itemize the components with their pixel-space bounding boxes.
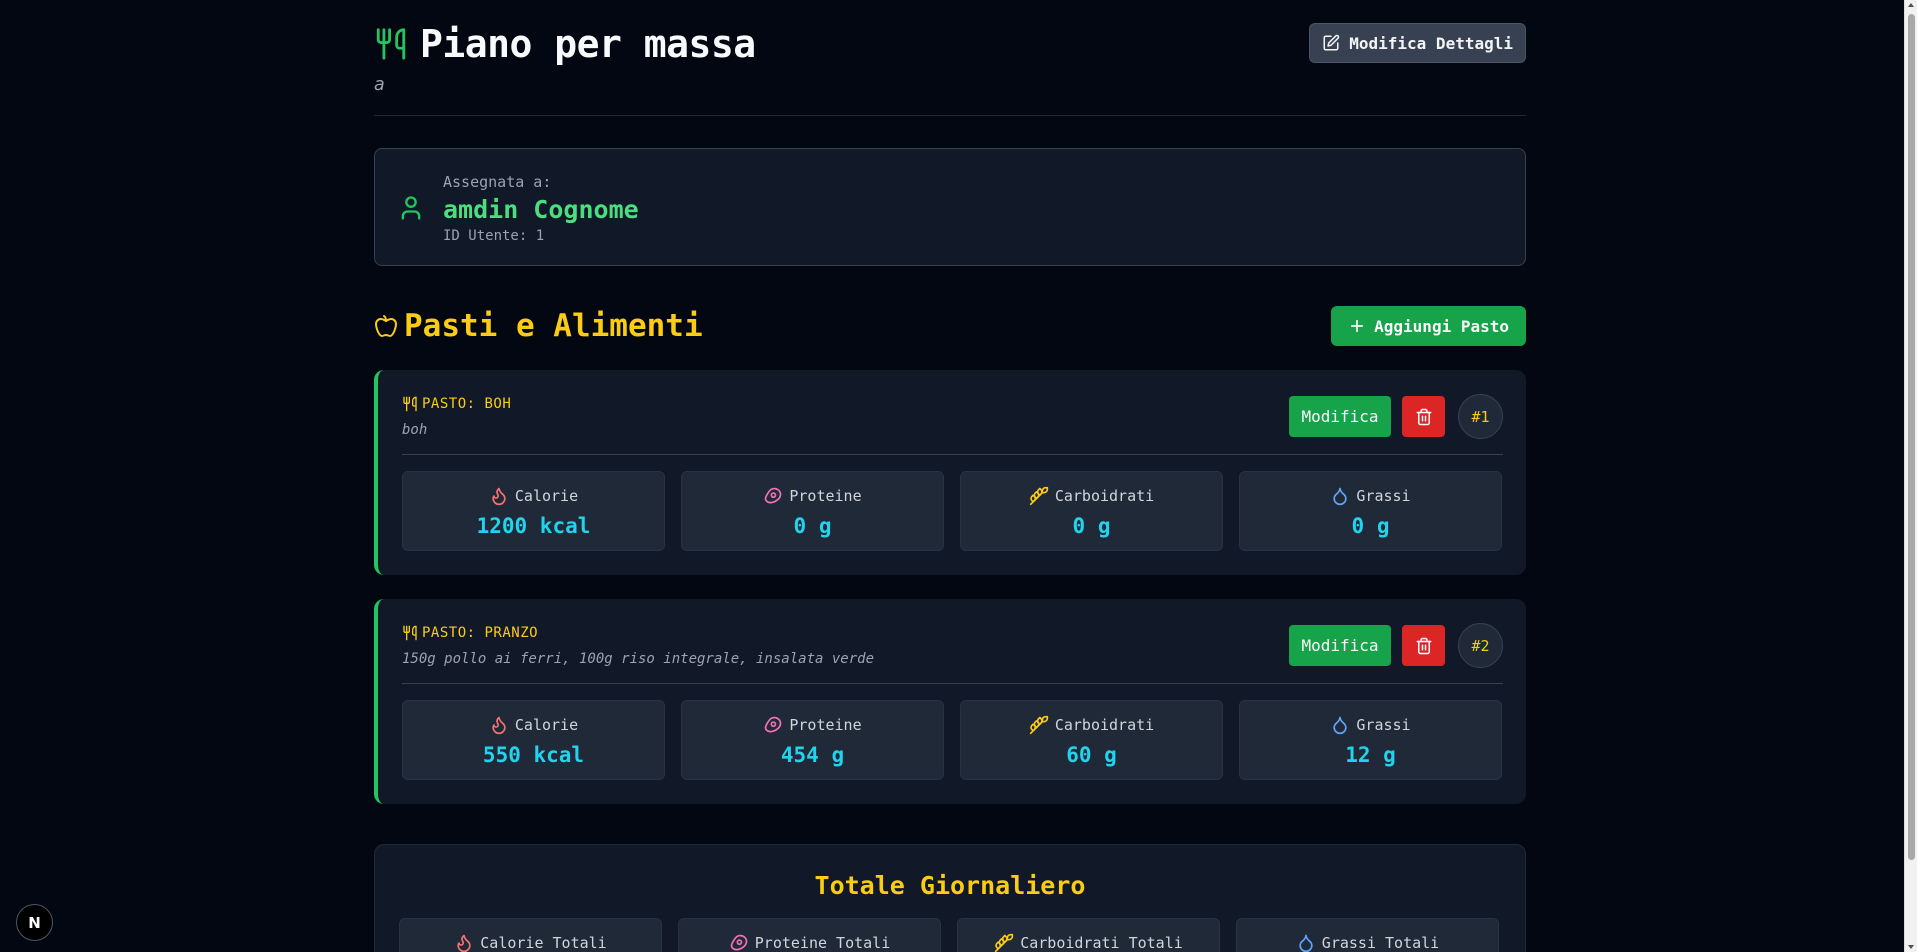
fat-box: Grassi 0 g bbox=[1239, 471, 1502, 551]
meal-name: PASTO: PRANZO bbox=[422, 625, 539, 641]
fat-label: Grassi bbox=[1356, 487, 1411, 505]
fat-box: Grassi 12 g bbox=[1239, 700, 1502, 780]
wheat-icon bbox=[1029, 715, 1048, 735]
page-container: Piano per massa a Modifica Dettagli Asse… bbox=[374, 0, 1526, 952]
divider bbox=[402, 683, 1503, 684]
calories-label: Calorie bbox=[514, 487, 579, 505]
droplet-icon bbox=[1333, 487, 1348, 506]
scroll-up-arrow[interactable] bbox=[1908, 3, 1914, 7]
droplet-icon bbox=[1333, 716, 1348, 735]
trash-icon bbox=[1416, 637, 1431, 654]
meal-description: boh bbox=[402, 422, 428, 438]
protein-label: Proteine bbox=[789, 716, 862, 734]
protein-value: 0 g bbox=[793, 514, 832, 538]
edit-details-button[interactable]: Modifica Dettagli bbox=[1309, 23, 1526, 63]
utensils-icon bbox=[376, 28, 406, 60]
meal-actions: Modifica #2 bbox=[1289, 623, 1503, 668]
meal-name: PASTO: BOH bbox=[422, 396, 512, 412]
apple-icon bbox=[375, 315, 397, 337]
plus-icon bbox=[1351, 319, 1364, 333]
protein-box: Proteine 454 g bbox=[681, 700, 944, 780]
fat-label: Grassi bbox=[1356, 716, 1411, 734]
carbs-value: 0 g bbox=[1072, 514, 1111, 538]
daily-totals-title: Totale Giornaliero bbox=[814, 871, 1086, 900]
add-meal-label: Aggiungi Pasto bbox=[1374, 316, 1509, 336]
macro-grid: Calorie 1200 kcal Proteine 0 g Carboidra… bbox=[402, 471, 1502, 551]
totals-grid: Calorie Totali Proteine Totali Carboidra… bbox=[399, 918, 1499, 952]
modify-meal-button[interactable]: Modifica bbox=[1289, 625, 1391, 666]
meal-header: PASTO: PRANZO bbox=[402, 624, 538, 642]
meat-icon bbox=[765, 487, 782, 504]
carbs-value: 60 g bbox=[1066, 743, 1117, 767]
total-calories-box: Calorie Totali bbox=[399, 918, 662, 952]
title-row: Piano per massa bbox=[374, 22, 756, 66]
user-icon bbox=[401, 196, 421, 220]
utensils-icon bbox=[403, 396, 417, 412]
protein-value: 454 g bbox=[780, 743, 845, 767]
meal-card: PASTO: PRANZO 150g pollo ai ferri, 100g … bbox=[374, 599, 1526, 804]
delete-meal-button[interactable] bbox=[1402, 625, 1445, 666]
flame-icon bbox=[492, 716, 506, 735]
total-carbs-box: Carboidrati Totali bbox=[957, 918, 1220, 952]
vertical-scrollbar[interactable] bbox=[1904, 0, 1917, 952]
flame-icon bbox=[457, 934, 471, 952]
calories-label: Calorie bbox=[514, 716, 579, 734]
modify-meal-button[interactable]: Modifica bbox=[1289, 396, 1391, 437]
pencil-square-icon bbox=[1323, 34, 1340, 51]
carbs-label: Carboidrati bbox=[1054, 487, 1155, 505]
meat-icon bbox=[730, 934, 748, 951]
macro-grid: Calorie 550 kcal Proteine 454 g Carboidr… bbox=[402, 700, 1502, 780]
total-protein-label: Proteine Totali bbox=[754, 934, 891, 952]
calories-value: 1200 kcal bbox=[476, 514, 591, 538]
flame-icon bbox=[492, 487, 506, 506]
protein-box: Proteine 0 g bbox=[681, 471, 944, 551]
droplet-icon bbox=[1299, 934, 1313, 952]
page-header: Piano per massa a Modifica Dettagli bbox=[374, 0, 1526, 116]
fat-value: 12 g bbox=[1345, 743, 1396, 767]
protein-label: Proteine bbox=[789, 487, 862, 505]
carbs-label: Carboidrati bbox=[1054, 716, 1155, 734]
meal-number-badge: #1 bbox=[1458, 394, 1503, 439]
meal-actions: Modifica #1 bbox=[1289, 394, 1503, 439]
wheat-icon bbox=[995, 933, 1014, 952]
assigned-user-id: ID Utente: 1 bbox=[443, 228, 545, 244]
total-calories-label: Calorie Totali bbox=[480, 934, 607, 952]
meals-section-title: Pasti e Alimenti bbox=[404, 308, 703, 344]
total-fat-box: Grassi Totali bbox=[1236, 918, 1499, 952]
plan-subtitle: a bbox=[374, 74, 385, 95]
assigned-user-card: Assegnata a: amdin Cognome ID Utente: 1 bbox=[374, 148, 1526, 266]
wheat-icon bbox=[1029, 486, 1048, 506]
add-meal-button[interactable]: Aggiungi Pasto bbox=[1331, 306, 1526, 346]
scroll-down-arrow[interactable] bbox=[1908, 945, 1914, 949]
total-protein-box: Proteine Totali bbox=[678, 918, 941, 952]
delete-meal-button[interactable] bbox=[1402, 396, 1445, 437]
calories-box: Calorie 550 kcal bbox=[402, 700, 665, 780]
total-carbs-label: Carboidrati Totali bbox=[1020, 934, 1183, 952]
calories-value: 550 kcal bbox=[482, 743, 585, 767]
fat-value: 0 g bbox=[1351, 514, 1390, 538]
carbs-box: Carboidrati 60 g bbox=[960, 700, 1223, 780]
assigned-user-name: amdin Cognome bbox=[443, 195, 639, 224]
meat-icon bbox=[765, 716, 782, 733]
meal-description: 150g pollo ai ferri, 100g riso integrale… bbox=[402, 651, 875, 667]
meal-card: PASTO: BOH boh Modifica #1 Calorie 1200 … bbox=[374, 370, 1526, 575]
trash-icon bbox=[1416, 408, 1431, 425]
utensils-icon bbox=[403, 625, 417, 641]
dev-tools-badge[interactable]: N bbox=[16, 904, 53, 941]
carbs-box: Carboidrati 0 g bbox=[960, 471, 1223, 551]
calories-box: Calorie 1200 kcal bbox=[402, 471, 665, 551]
total-fat-label: Grassi Totali bbox=[1321, 934, 1440, 952]
meal-number-badge: #2 bbox=[1458, 623, 1503, 668]
meals-section-header: Pasti e Alimenti bbox=[374, 308, 703, 344]
edit-details-label: Modifica Dettagli bbox=[1349, 33, 1513, 53]
page-title: Piano per massa bbox=[420, 22, 756, 66]
divider bbox=[402, 454, 1503, 455]
daily-totals-card: Totale Giornaliero Calorie Totali Protei… bbox=[374, 844, 1526, 952]
meal-header: PASTO: BOH bbox=[402, 395, 511, 413]
assigned-label: Assegnata a: bbox=[443, 173, 552, 191]
scroll-thumb[interactable] bbox=[1908, 14, 1915, 860]
